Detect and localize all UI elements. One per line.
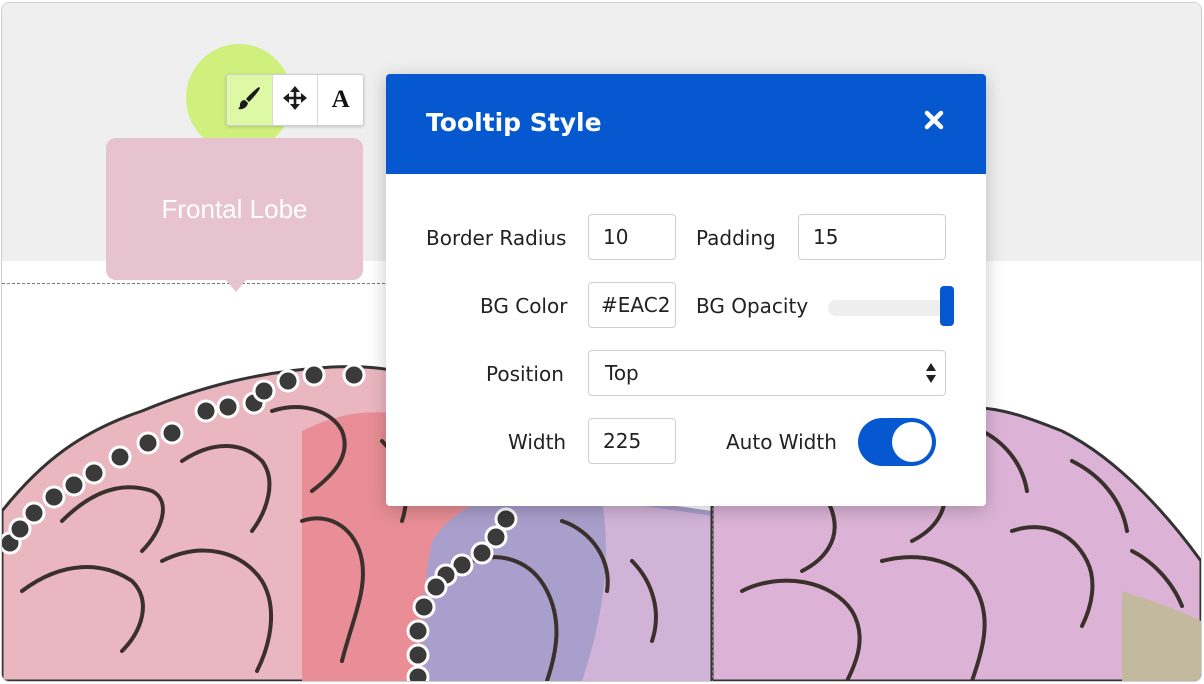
close-button[interactable] [920, 108, 948, 136]
move-arrows-icon [282, 85, 308, 116]
style-tool-button[interactable] [227, 75, 273, 125]
auto-width-label: Auto Width [726, 430, 837, 454]
bg-opacity-label: BG Opacity [696, 294, 809, 318]
text-tool-button[interactable]: A [318, 75, 363, 125]
bg-color-label: BG Color [480, 294, 568, 318]
position-label: Position [486, 362, 564, 386]
padding-label: Padding [696, 226, 776, 250]
border-radius-label: Border Radius [426, 226, 567, 250]
border-radius-input[interactable]: 10 [588, 214, 676, 260]
padding-input[interactable]: 15 [798, 214, 946, 260]
width-label: Width [508, 430, 567, 454]
tooltip-arrow [226, 280, 246, 292]
paintbrush-icon [236, 85, 262, 116]
auto-width-toggle[interactable] [858, 418, 936, 466]
dialog-title: Tooltip Style [426, 108, 602, 137]
tooltip-style-dialog: Tooltip Style Border Radius 10 Padding 1… [386, 74, 986, 506]
close-icon [923, 109, 945, 136]
select-arrows-icon [925, 361, 937, 385]
toggle-knob [892, 422, 932, 462]
width-input[interactable]: 225 [588, 418, 676, 464]
bg-opacity-slider[interactable] [828, 300, 954, 316]
tooltip-preview[interactable]: Frontal Lobe [106, 138, 363, 280]
bg-opacity-slider-thumb[interactable] [940, 286, 954, 326]
position-selected: Top [605, 361, 639, 385]
tooltip-text: Frontal Lobe [161, 193, 308, 224]
text-tool-label: A [331, 86, 350, 113]
hotspot-toolbar: A [226, 74, 364, 126]
dialog-header: Tooltip Style [386, 74, 986, 174]
bg-color-input[interactable]: #EAC2 [588, 282, 676, 328]
selection-outline-top [2, 283, 390, 284]
move-tool-button[interactable] [273, 75, 319, 125]
selection-divider [712, 503, 713, 681]
position-select[interactable]: Top [588, 350, 946, 396]
